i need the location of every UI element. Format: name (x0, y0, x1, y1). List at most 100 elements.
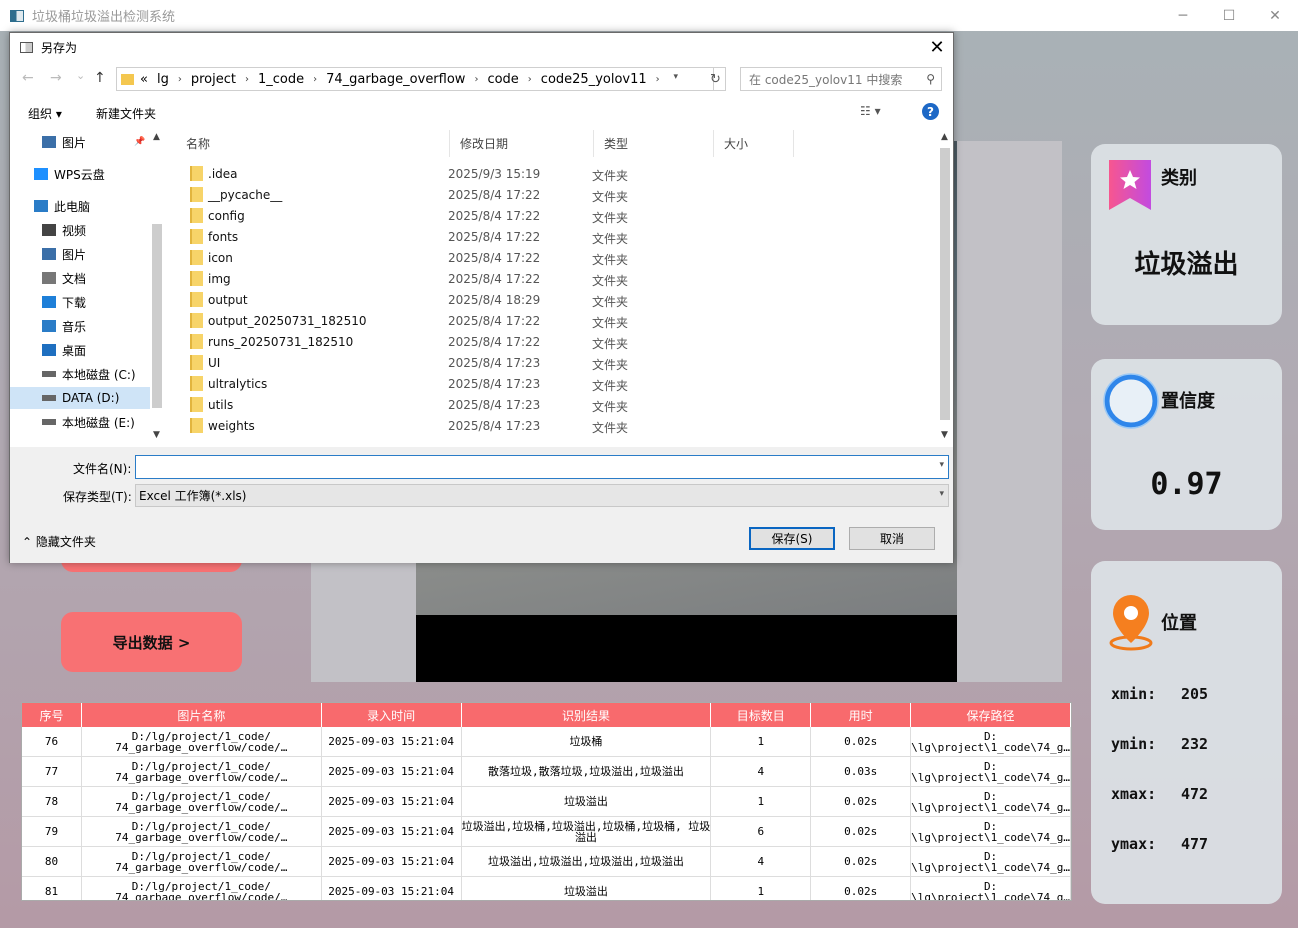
breadcrumb-separator[interactable]: › (313, 74, 317, 85)
table-row[interactable]: 81 D:/lg/project/1_code/ 74_garbage_overf… (22, 877, 1071, 900)
file-date: 2025/8/4 17:22 (448, 314, 541, 328)
breadcrumb-item[interactable]: « (140, 72, 148, 87)
breadcrumb-item[interactable]: 1_code (258, 72, 304, 87)
file-row[interactable]: config 2025/8/4 17:22 文件夹 (176, 205, 936, 226)
filetype-select[interactable]: Excel 工作簿(*.xls) ▾ (135, 484, 949, 507)
dialog-close-icon[interactable]: ✕ (927, 37, 947, 58)
save-button[interactable]: 保存(S) (749, 527, 835, 550)
view-options-icon[interactable]: ☷ ▾ (860, 104, 881, 118)
chevron-down-icon[interactable]: ▾ (939, 489, 944, 499)
refresh-icon[interactable]: ↻ (706, 67, 726, 91)
table-row[interactable]: 78 D:/lg/project/1_code/ 74_garbage_overf… (22, 787, 1071, 817)
new-folder-button[interactable]: 新建文件夹 (96, 105, 156, 122)
file-row[interactable]: img 2025/8/4 17:22 文件夹 (176, 268, 936, 289)
file-row[interactable]: .idea 2025/9/3 15:19 文件夹 (176, 163, 936, 184)
cell-id: 77 (22, 757, 82, 786)
col-header-image-name[interactable]: 图片名称 (82, 703, 322, 727)
address-dropdown-icon[interactable]: ▾ (673, 72, 678, 82)
file-date: 2025/8/4 18:29 (448, 293, 541, 307)
sidebar-item[interactable]: WPS云盘 (10, 163, 150, 185)
col-type[interactable]: 类型 (594, 130, 714, 157)
table-row[interactable]: 79 D:/lg/project/1_code/ 74_garbage_overf… (22, 817, 1071, 847)
breadcrumb-item[interactable]: 74_garbage_overflow (326, 72, 465, 87)
file-name: .idea (208, 167, 238, 181)
nav-pane-scrollbar[interactable]: ▲ ▼ (150, 130, 164, 444)
col-header-cost[interactable]: 用时 (811, 703, 912, 727)
sidebar-item[interactable]: 下载 (10, 291, 150, 313)
sidebar-item[interactable]: DATA (D:) (10, 387, 150, 409)
file-type: 文件夹 (592, 379, 629, 393)
sidebar-item[interactable]: 本地磁盘 (C:) (10, 363, 150, 385)
position-label: 位置 (1161, 613, 1197, 634)
file-row[interactable]: UI 2025/8/4 17:23 文件夹 (176, 352, 936, 373)
up-folder-icon[interactable]: ↑ (94, 70, 106, 86)
col-header-result[interactable]: 识别结果 (462, 703, 712, 727)
cell-result: 垃圾溢出,垃圾桶,垃圾溢出,垃圾桶,垃圾桶, 垃圾溢出 (462, 817, 712, 846)
back-icon[interactable]: ← (22, 70, 34, 86)
organize-menu[interactable]: 组织 ▾ (28, 105, 62, 122)
chevron-down-icon[interactable]: ▾ (939, 460, 944, 470)
cell-count: 1 (711, 727, 812, 756)
breadcrumb-item[interactable]: code (487, 72, 518, 87)
breadcrumb-separator[interactable]: › (245, 74, 249, 85)
col-header-count[interactable]: 目标数目 (711, 703, 812, 727)
breadcrumb-item[interactable]: code25_yolov11 (541, 72, 647, 87)
cancel-button[interactable]: 取消 (849, 527, 935, 550)
file-row[interactable]: ultralytics 2025/8/4 17:23 文件夹 (176, 373, 936, 394)
help-icon[interactable]: ? (922, 103, 939, 120)
results-table[interactable]: 序号 图片名称 录入时间 识别结果 目标数目 用时 保存路径 76 D:/lg/p… (21, 702, 1072, 901)
breadcrumb-item[interactable]: project (191, 72, 236, 87)
file-type: 文件夹 (592, 211, 629, 225)
sidebar-item[interactable]: 此电脑 (10, 195, 150, 217)
breadcrumb-item[interactable]: lg (157, 72, 169, 87)
pin-icon[interactable]: 📌 (134, 137, 145, 147)
breadcrumb-separator[interactable]: › (178, 74, 182, 85)
col-date[interactable]: 修改日期 (450, 130, 594, 157)
hide-folders-toggle[interactable]: ⌃ 隐藏文件夹 (22, 533, 96, 550)
table-row[interactable]: 77 D:/lg/project/1_code/ 74_garbage_overf… (22, 757, 1071, 787)
sidebar-item[interactable]: 图片 (10, 243, 150, 265)
file-row[interactable]: icon 2025/8/4 17:22 文件夹 (176, 247, 936, 268)
breadcrumb-separator[interactable]: › (656, 74, 660, 85)
file-row[interactable]: output_20250731_182510 2025/8/4 17:22 文件夹 (176, 310, 936, 331)
recent-locations-icon[interactable]: ⌄ (76, 69, 85, 82)
col-name[interactable]: 名称 (176, 130, 450, 157)
sidebar-item[interactable]: 图片 📌 (10, 131, 150, 153)
sidebar-item-label: 视频 (62, 223, 87, 238)
breadcrumb-separator[interactable]: › (528, 74, 532, 85)
forward-icon[interactable]: → (50, 70, 62, 86)
close-window-icon[interactable]: ✕ (1252, 0, 1298, 31)
file-list-scrollbar[interactable]: ▲ ▼ (938, 130, 952, 444)
sidebar-item[interactable]: 桌面 (10, 339, 150, 361)
maximize-icon[interactable]: ☐ (1206, 0, 1252, 31)
file-row[interactable]: output 2025/8/4 18:29 文件夹 (176, 289, 936, 310)
search-input[interactable]: 在 code25_yolov11 中搜索 ⚲ (740, 67, 942, 91)
table-row[interactable]: 80 D:/lg/project/1_code/ 74_garbage_overf… (22, 847, 1071, 877)
filename-input[interactable]: ▾ (135, 455, 949, 479)
file-row[interactable]: __pycache__ 2025/8/4 17:22 文件夹 (176, 184, 936, 205)
sidebar-item[interactable]: 本地磁盘 (E:) (10, 411, 150, 433)
category-value: 垃圾溢出 (1134, 250, 1239, 280)
col-header-index[interactable]: 序号 (22, 703, 82, 727)
sidebar-item[interactable]: 音乐 (10, 315, 150, 337)
file-row[interactable]: fonts 2025/8/4 17:22 文件夹 (176, 226, 936, 247)
file-row[interactable]: runs_20250731_182510 2025/8/4 17:22 文件夹 (176, 331, 936, 352)
cell-name: D:/lg/project/1_code/ 74_garbage_overflo… (82, 817, 322, 846)
cell-path: D: \lg\project\1_code\74_g… (911, 817, 1071, 846)
col-header-path[interactable]: 保存路径 (911, 703, 1071, 727)
breadcrumb-separator[interactable]: › (474, 74, 478, 85)
minimize-icon[interactable]: ─ (1160, 0, 1206, 31)
sidebar-item[interactable]: 视频 (10, 219, 150, 241)
cell-cost: 0.02s (811, 817, 912, 846)
file-name: weights (208, 419, 255, 433)
file-row[interactable]: utils 2025/8/4 17:23 文件夹 (176, 394, 936, 415)
table-row[interactable]: 76 D:/lg/project/1_code/ 74_garbage_overf… (22, 727, 1071, 757)
export-data-button[interactable]: 导出数据 > (61, 612, 242, 672)
sidebar-item[interactable]: 文档 (10, 267, 150, 289)
file-row[interactable]: weights 2025/8/4 17:23 文件夹 (176, 415, 936, 436)
col-size[interactable]: 大小 (714, 130, 794, 157)
file-date: 2025/8/4 17:22 (448, 272, 541, 286)
folder-icon (190, 250, 203, 265)
address-bar[interactable]: « lg › project › 1_code › 74_garbage_overflow › c… (116, 67, 714, 91)
col-header-time[interactable]: 录入时间 (322, 703, 462, 727)
